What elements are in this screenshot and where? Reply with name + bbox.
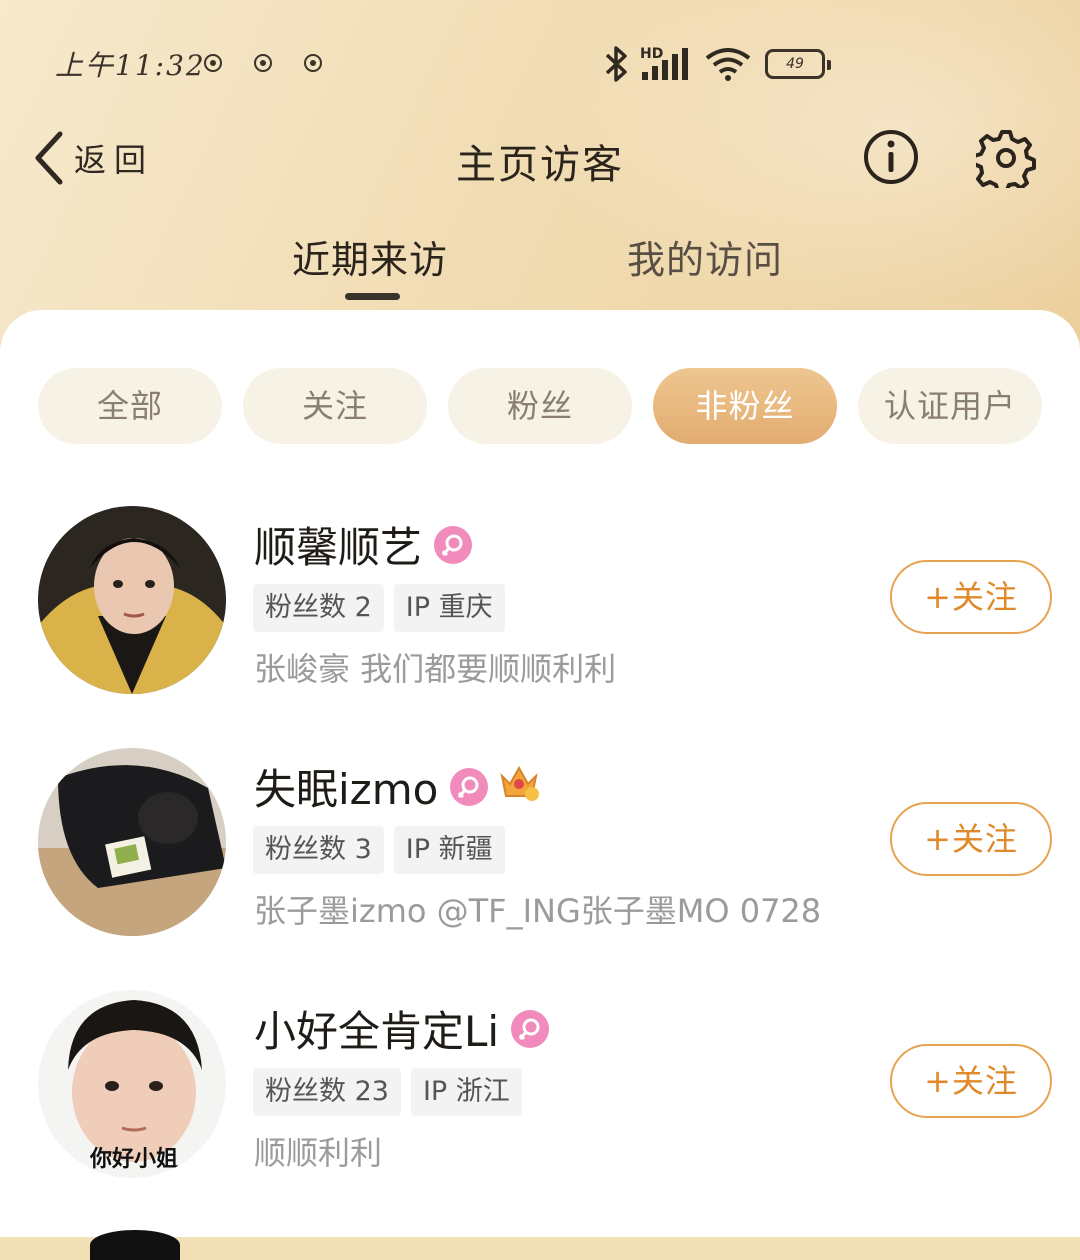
filter-chip-verified[interactable]: 认证用户	[858, 368, 1042, 444]
follow-button[interactable]: +关注	[890, 560, 1052, 634]
tab-bar: 近期来访 我的访问	[0, 225, 1080, 305]
filter-chip-following[interactable]: 关注	[243, 368, 427, 444]
status-time: 上午11:32	[55, 49, 206, 82]
wifi-icon	[705, 48, 751, 81]
female-icon	[434, 525, 473, 564]
ip-location-tag: IP 重庆	[393, 584, 505, 632]
visitor-tags: 粉丝数 2 IP 重庆	[253, 584, 505, 632]
avatar-caption: 你好小姐	[89, 1146, 178, 1172]
gear-icon	[972, 130, 1036, 194]
info-button[interactable]	[862, 128, 920, 190]
visitor-description: 顺顺利利	[254, 1134, 383, 1172]
network-type-label: HD	[640, 46, 663, 62]
navigation-bar: 返回 主页访客	[0, 110, 1080, 210]
avatar[interactable]	[38, 748, 226, 936]
visitor-name: 失眠izmo	[254, 765, 439, 814]
female-icon	[450, 767, 489, 806]
fans-count-tag: 粉丝数 2	[253, 584, 384, 632]
avatar[interactable]: 你好小姐	[38, 990, 226, 1178]
info-icon	[864, 130, 918, 184]
signal-icon: HD	[640, 46, 688, 80]
visitor-row[interactable]: 失眠izmo 粉丝数 3 IP 新疆 张子墨izmo @TF_ING张子墨MO …	[0, 748, 1080, 948]
ip-location-tag: IP 新疆	[393, 826, 505, 874]
follow-button[interactable]: +关注	[890, 1044, 1052, 1118]
visitor-tags: 粉丝数 23 IP 浙江	[253, 1068, 522, 1116]
avatar[interactable]	[38, 506, 226, 694]
visitor-name: 小好全肯定Li	[254, 1007, 500, 1056]
crown-icon	[498, 762, 540, 812]
fans-count-tag: 粉丝数 3	[253, 826, 384, 874]
tab-recent-visits[interactable]: 近期来访	[292, 229, 448, 284]
visitor-name: 顺馨顺艺	[254, 523, 423, 572]
battery-indicator: 49	[765, 49, 831, 79]
notification-icon	[254, 54, 272, 72]
follow-button[interactable]: +关注	[890, 802, 1052, 876]
notification-icon	[204, 54, 222, 72]
visitor-name-row: 失眠izmo	[254, 756, 540, 817]
visitor-name-row: 小好全肯定Li	[254, 998, 550, 1059]
filter-chip-non-fans[interactable]: 非粉丝	[653, 368, 837, 444]
visitor-row[interactable]: 顺馨顺艺 粉丝数 2 IP 重庆 张峻豪 我们都要顺顺利利 +关注	[0, 506, 1080, 706]
filter-chip-all[interactable]: 全部	[38, 368, 222, 444]
visitor-description: 张峻豪 我们都要顺顺利利	[254, 650, 617, 688]
status-bar: 上午11:32 HD 49	[0, 0, 1080, 110]
active-tab-indicator	[345, 293, 400, 300]
filter-chips: 全部 关注 粉丝 非粉丝 认证用户	[38, 368, 1048, 446]
visitor-list-panel: 全部 关注 粉丝 非粉丝 认证用户 顺馨顺艺 粉丝数 2 IP 重庆 张峻豪 我…	[0, 310, 1080, 1260]
avatar[interactable]	[90, 1230, 180, 1260]
visitor-tags: 粉丝数 3 IP 新疆	[253, 826, 505, 874]
fans-count-tag: 粉丝数 23	[253, 1068, 401, 1116]
visitor-name-row: 顺馨顺艺	[254, 514, 473, 575]
notification-icon	[304, 54, 322, 72]
female-icon	[511, 1009, 550, 1048]
tab-my-visits[interactable]: 我的访问	[627, 229, 783, 284]
visitor-row[interactable]: 你好小姐 小好全肯定Li 粉丝数 23 IP 浙江 顺顺利利 +关注	[0, 990, 1080, 1190]
bluetooth-icon	[605, 46, 627, 82]
ip-location-tag: IP 浙江	[410, 1068, 522, 1116]
settings-button[interactable]	[972, 128, 1036, 194]
filter-chip-fans[interactable]: 粉丝	[448, 368, 632, 444]
visitor-description: 张子墨izmo @TF_ING张子墨MO 0728	[254, 892, 822, 930]
